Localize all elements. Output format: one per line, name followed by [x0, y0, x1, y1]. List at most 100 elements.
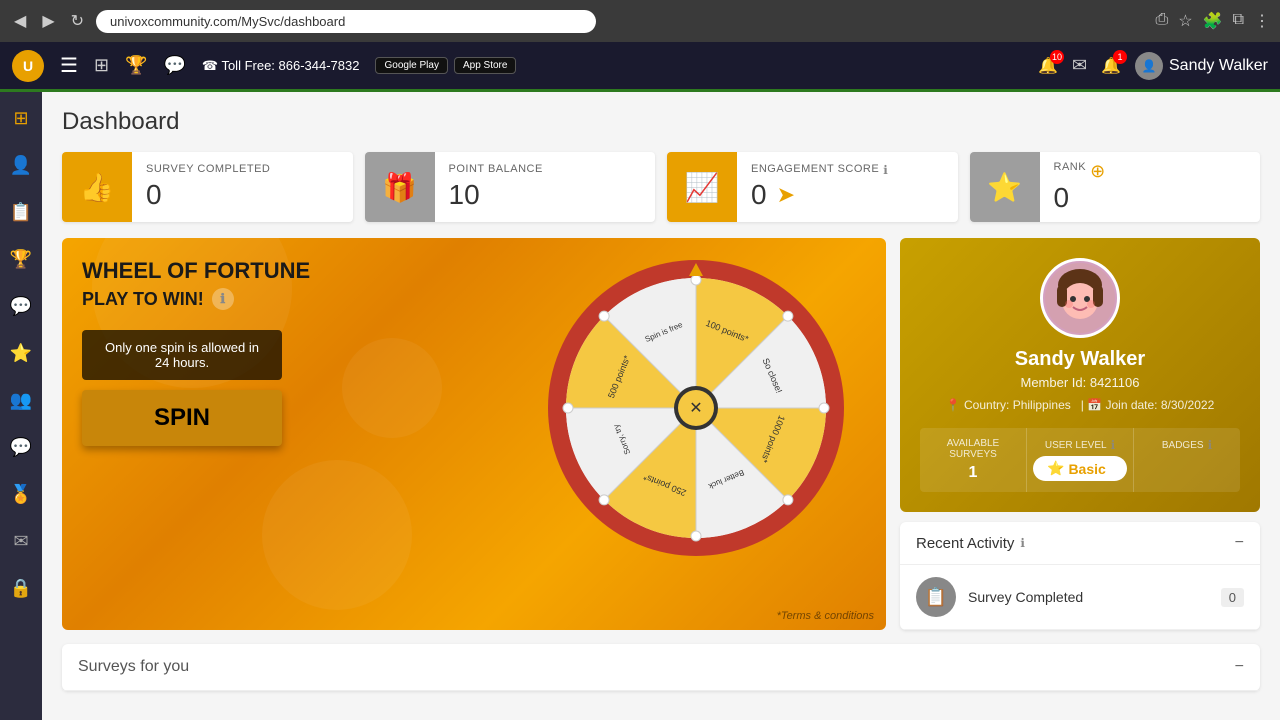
more-icon[interactable]: ⋮ [1254, 11, 1270, 31]
back-button[interactable]: ◀ [10, 7, 30, 35]
activity-item-count: 0 [1221, 588, 1244, 607]
stat-points-text: POINT BALANCE 10 [435, 155, 557, 219]
bookmark-icon[interactable]: ☆ [1178, 11, 1192, 31]
activity-item-icon: 📋 [916, 577, 956, 617]
sidebar-item-forum[interactable]: 💬 [4, 431, 38, 464]
browser-chrome: ◀ ▶ ↻ univoxcommunity.com/MySvc/dashboar… [0, 0, 1280, 42]
user-name: Sandy Walker [1169, 57, 1268, 75]
stat-point-balance: 🎁 POINT BALANCE 10 [365, 152, 656, 222]
hamburger-menu[interactable]: ☰ [60, 53, 78, 78]
wheel-title: WHEEL OF FORTUNE [82, 258, 866, 284]
extensions-icon[interactable]: 🧩 [1203, 11, 1223, 31]
gift-icon: 🎁 [365, 152, 435, 222]
sidebar-item-rewards[interactable]: 🏆 [4, 243, 38, 276]
surveys-collapse-button[interactable]: − [1235, 658, 1244, 676]
wheel-of-fortune: WHEEL OF FORTUNE PLAY TO WIN! ℹ Only one… [62, 238, 886, 630]
app-store-badge[interactable]: App Store [454, 57, 516, 74]
available-surveys-stat: AVAILABLE SURVEYS 1 [920, 428, 1027, 492]
sidebar-item-community[interactable]: 👥 [4, 384, 38, 417]
stat-points-value: 10 [449, 179, 543, 211]
content-area: Dashboard 👍 SURVEY COMPLETED 0 🎁 POINT B… [42, 92, 1280, 720]
dashboard-icon[interactable]: ⊞ [94, 55, 109, 76]
user-level-badge: ⭐ Basic [1033, 456, 1127, 481]
sidebar-item-stars[interactable]: ⭐ [4, 337, 38, 370]
chat-icon[interactable]: 💬 [163, 55, 185, 76]
right-panel: Sandy Walker Member Id: 8421106 📍 Countr… [900, 238, 1260, 630]
stat-rank: ⭐ RANK ⊕ 0 [970, 152, 1261, 222]
sidebar-item-profile[interactable]: 👤 [4, 149, 38, 182]
activity-header: Recent Activity ℹ − [900, 522, 1260, 565]
trophy-icon[interactable]: 🏆 [125, 55, 147, 76]
header-right: 🔔 10 ✉ 🔔 1 👤 Sandy Walker [1038, 52, 1268, 80]
stat-rank-text: RANK ⊕ 0 [1040, 153, 1120, 222]
page-title: Dashboard [62, 108, 1260, 136]
sidebar-item-messages[interactable]: 💬 [4, 290, 38, 323]
available-surveys-value: 1 [926, 464, 1020, 482]
surveys-title: Surveys for you [78, 658, 189, 676]
activity-item: 📋 Survey Completed 0 [900, 565, 1260, 630]
sidebar-toggle-icon[interactable]: ⧉ [1233, 11, 1244, 31]
spin-button[interactable]: SPIN [82, 390, 282, 446]
sidebar-item-mail[interactable]: ✉ [7, 525, 34, 558]
user-level-info-icon[interactable]: ℹ [1111, 438, 1116, 452]
stat-engagement-text: ENGAGEMENT SCORE ℹ 0 ➤ [737, 155, 902, 219]
activity-title: Recent Activity ℹ [916, 535, 1025, 552]
thumbs-up-icon: 👍 [62, 152, 132, 222]
user-level-stat: USER LEVEL ℹ ⭐ Basic [1027, 428, 1134, 492]
stat-survey-text: SURVEY COMPLETED 0 [132, 155, 284, 219]
notifications-button[interactable]: 🔔 10 [1038, 56, 1058, 76]
profile-meta: 📍 Country: Philippines | 📅 Join date: 8/… [946, 398, 1215, 412]
activity-collapse-button[interactable]: − [1235, 534, 1244, 552]
stat-survey-value: 0 [146, 179, 270, 211]
bg-circle-2 [262, 460, 412, 610]
engagement-arrow-icon[interactable]: ➤ [777, 182, 795, 208]
stats-row: 👍 SURVEY COMPLETED 0 🎁 POINT BALANCE 10 … [62, 152, 1260, 222]
rank-forward-icon[interactable]: ⊕ [1090, 161, 1105, 182]
stat-points-label: POINT BALANCE [449, 163, 543, 175]
badges-stat: BADGES ℹ [1134, 428, 1240, 492]
chart-icon: 📈 [667, 152, 737, 222]
store-badges: Google Play App Store [375, 57, 516, 74]
activity-card: Recent Activity ℹ − 📋 Survey Completed 0 [900, 522, 1260, 630]
alert-count: 1 [1113, 50, 1127, 64]
main-layout: ⊞ 👤 📋 🏆 💬 ⭐ 👥 💬 🏅 ✉ 🔒 Dashboard 👍 SURVEY… [0, 92, 1280, 720]
logo: U [12, 50, 44, 82]
wheel-subtitle: PLAY TO WIN! ℹ [82, 288, 866, 310]
spin-notice: Only one spin is allowed in 24 hours. [82, 330, 282, 380]
engagement-info-icon[interactable]: ℹ [883, 163, 888, 177]
sidebar-item-badges[interactable]: 🏅 [4, 478, 38, 511]
avatar: 👤 [1135, 52, 1163, 80]
user-menu[interactable]: 👤 Sandy Walker [1135, 52, 1268, 80]
notification-count: 10 [1050, 50, 1064, 64]
profile-avatar [1040, 258, 1120, 338]
surveys-header: Surveys for you − [62, 644, 1260, 691]
activity-item-text: Survey Completed [968, 589, 1209, 605]
wheel-info-icon[interactable]: ℹ [212, 288, 234, 310]
available-surveys-label: AVAILABLE SURVEYS [926, 438, 1020, 460]
surveys-section: Surveys for you − [62, 644, 1260, 691]
stat-survey-label: SURVEY COMPLETED [146, 163, 270, 175]
activity-info-icon[interactable]: ℹ [1020, 536, 1025, 550]
badges-info-icon[interactable]: ℹ [1208, 438, 1213, 452]
star-icon: ⭐ [970, 152, 1040, 222]
toll-free-number: ☎ Toll Free: 866-344-7832 [202, 58, 360, 74]
sidebar-item-surveys[interactable]: 📋 [4, 196, 38, 229]
profile-stats-row: AVAILABLE SURVEYS 1 USER LEVEL ℹ ⭐ [920, 428, 1240, 492]
stat-rank-value: 0 [1054, 182, 1106, 214]
stat-engagement: 📈 ENGAGEMENT SCORE ℹ 0 ➤ [667, 152, 958, 222]
bottom-row: WHEEL OF FORTUNE PLAY TO WIN! ℹ Only one… [62, 238, 1260, 630]
share-icon[interactable]: ⎙ [1155, 11, 1168, 31]
reload-button[interactable]: ↻ [67, 7, 88, 35]
sidebar-item-dashboard[interactable]: ⊞ [7, 102, 34, 135]
profile-member-id: Member Id: 8421106 [1020, 375, 1139, 390]
spin-button-area: Only one spin is allowed in 24 hours. SP… [82, 330, 866, 446]
profile-card: Sandy Walker Member Id: 8421106 📍 Countr… [900, 238, 1260, 512]
stat-engagement-value: 0 [751, 179, 767, 211]
google-play-badge[interactable]: Google Play [375, 57, 447, 74]
mail-icon[interactable]: ✉ [1072, 55, 1087, 76]
alerts-button[interactable]: 🔔 1 [1101, 56, 1121, 76]
address-bar[interactable]: univoxcommunity.com/MySvc/dashboard [96, 10, 596, 33]
sidebar-item-security[interactable]: 🔒 [4, 572, 38, 605]
sidebar: ⊞ 👤 📋 🏆 💬 ⭐ 👥 💬 🏅 ✉ 🔒 [0, 92, 42, 720]
forward-button[interactable]: ▶ [38, 7, 58, 35]
